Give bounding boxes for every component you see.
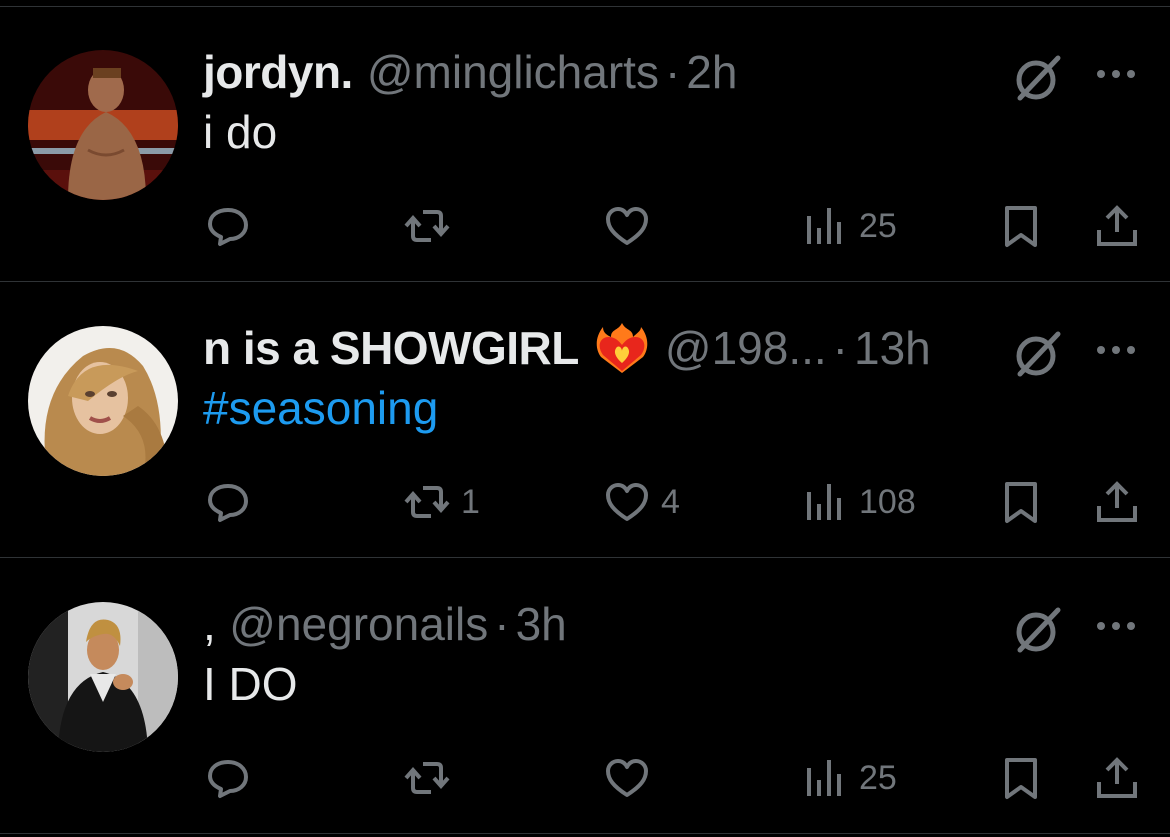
bookmark-button[interactable] (997, 196, 1045, 256)
tweet-1[interactable]: jordyn. @minglicharts · 2h i do 25 (0, 6, 1170, 282)
heart-on-fire-emoji (593, 319, 651, 377)
views-icon (801, 202, 849, 250)
like-button[interactable] (603, 748, 661, 808)
timestamp[interactable]: 3h (516, 594, 567, 654)
view-count: 108 (859, 482, 916, 521)
retweet-count: 1 (461, 482, 480, 521)
reply-button[interactable] (204, 196, 262, 256)
more-icon[interactable] (1094, 64, 1138, 84)
separator-dot: · (832, 322, 848, 374)
tweet-2[interactable]: n is a SHOWGIRL @198... · 13h #seasoning… (0, 282, 1170, 558)
action-bar: 25 (0, 196, 1170, 256)
view-count: 25 (859, 758, 897, 797)
heart-icon (603, 478, 651, 526)
more-icon[interactable] (1094, 616, 1138, 636)
reply-button[interactable] (204, 748, 262, 808)
timestamp[interactable]: 13h (854, 318, 931, 378)
timestamp[interactable]: 2h (686, 42, 737, 102)
reply-icon (204, 478, 252, 526)
avatar[interactable] (28, 602, 178, 752)
bookmark-icon (997, 754, 1045, 802)
user-handle[interactable]: @198... (665, 318, 827, 378)
bookmark-button[interactable] (997, 748, 1045, 808)
grok-icon[interactable] (1012, 52, 1064, 104)
bookmark-button[interactable] (997, 472, 1045, 532)
user-handle[interactable]: @negronails (229, 594, 488, 654)
display-name[interactable]: , (203, 594, 216, 654)
reply-button[interactable] (204, 472, 262, 532)
action-bar: 25 (0, 748, 1170, 808)
views-button[interactable]: 25 (801, 748, 897, 808)
hashtag-link[interactable]: #seasoning (203, 378, 438, 438)
share-icon (1093, 202, 1141, 250)
bookmark-icon (997, 478, 1045, 526)
views-icon (801, 754, 849, 802)
tweet-header: , @negronails · 3h (203, 594, 567, 654)
reply-icon (204, 754, 252, 802)
grok-icon[interactable] (1012, 604, 1064, 656)
tweet-header: jordyn. @minglicharts · 2h (203, 42, 737, 102)
share-icon (1093, 754, 1141, 802)
views-button[interactable]: 25 (801, 196, 897, 256)
like-button[interactable] (603, 196, 661, 256)
tweet-header: n is a SHOWGIRL @198... · 13h (203, 318, 931, 378)
retweet-icon (403, 478, 451, 526)
separator-dot: · (664, 46, 681, 98)
more-icon[interactable] (1094, 340, 1138, 360)
avatar[interactable] (28, 50, 178, 200)
display-name[interactable]: jordyn. (203, 42, 353, 102)
action-bar: 1 4 108 (0, 472, 1170, 532)
display-name[interactable]: n is a SHOWGIRL (203, 318, 579, 378)
retweet-icon (403, 202, 451, 250)
like-count: 4 (661, 482, 680, 521)
separator-dot: · (494, 598, 510, 650)
tweet-3[interactable]: , @negronails · 3h I DO 25 (0, 558, 1170, 834)
grok-icon[interactable] (1012, 328, 1064, 380)
tweet-text: i do (203, 106, 278, 158)
user-handle[interactable]: @minglicharts (367, 42, 659, 102)
view-count: 25 (859, 206, 897, 245)
views-icon (801, 478, 849, 526)
share-button[interactable] (1093, 472, 1141, 532)
tweet-text: I DO (203, 658, 298, 710)
views-button[interactable]: 108 (801, 472, 916, 532)
retweet-icon (403, 754, 451, 802)
reply-icon (204, 202, 252, 250)
avatar[interactable] (28, 326, 178, 476)
retweet-button[interactable] (403, 196, 461, 256)
bookmark-icon (997, 202, 1045, 250)
share-button[interactable] (1093, 196, 1141, 256)
heart-icon (603, 202, 651, 250)
like-button[interactable]: 4 (603, 472, 680, 532)
heart-icon (603, 754, 651, 802)
retweet-button[interactable]: 1 (403, 472, 480, 532)
share-button[interactable] (1093, 748, 1141, 808)
share-icon (1093, 478, 1141, 526)
retweet-button[interactable] (403, 748, 461, 808)
